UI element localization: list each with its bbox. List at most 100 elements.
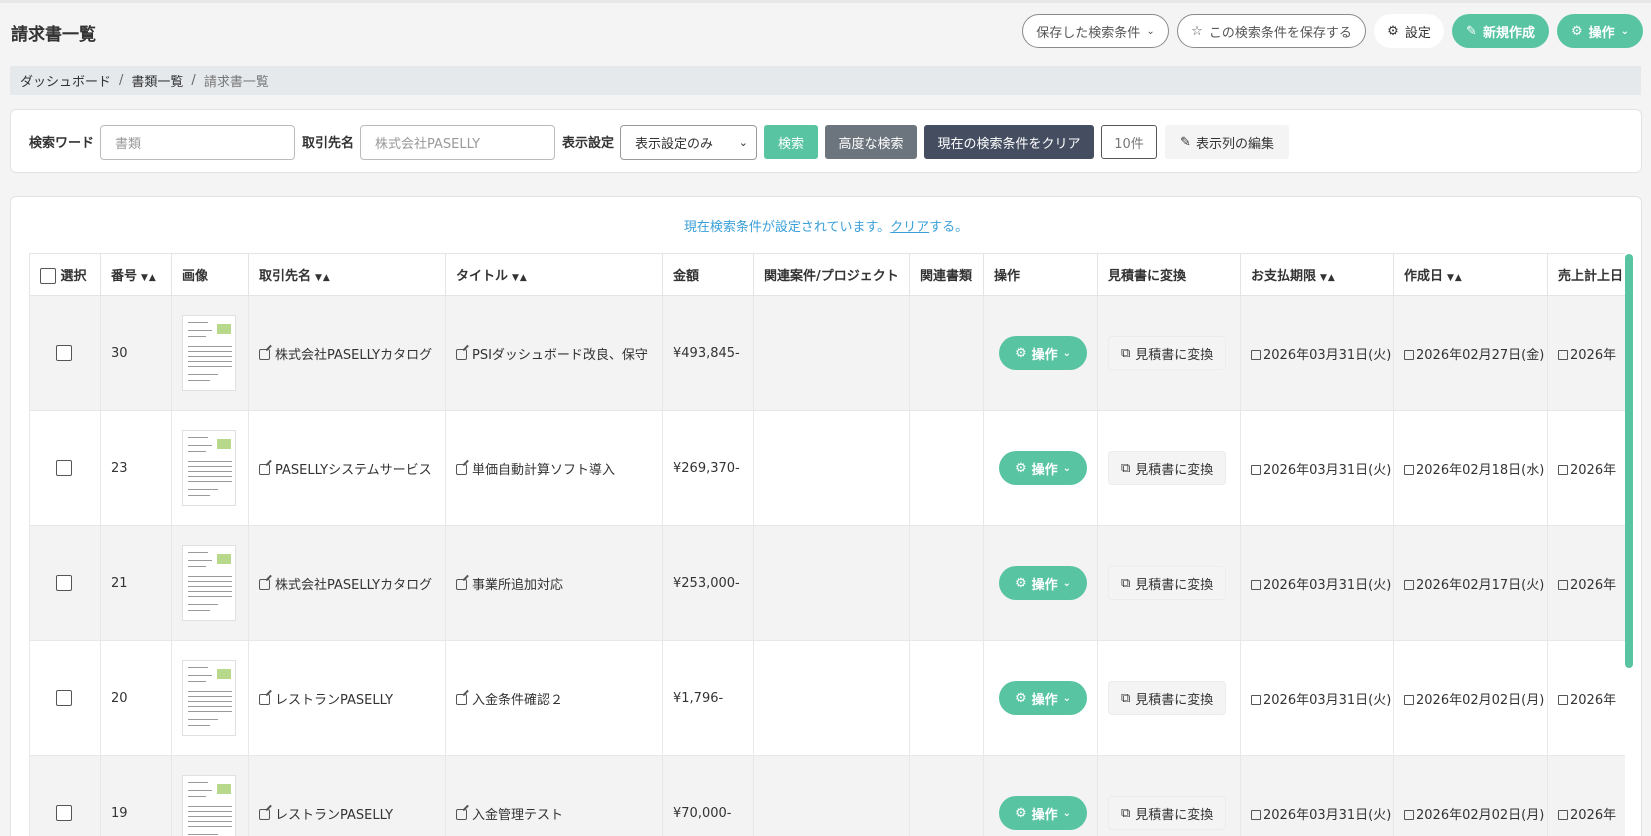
invoice-table-container: 選択 番号 ▼▲ 画像 取引先名 ▼▲ タイトル ▼▲ 金額 関連案件/プロジェクト … (29, 253, 1625, 836)
save-search-button[interactable]: ☆ この検索条件を保存する (1177, 14, 1366, 48)
saved-search-button[interactable]: 保存した検索条件 ⌄ (1022, 14, 1169, 48)
sales-date: 2026年 (1570, 807, 1617, 823)
edit-columns-button[interactable]: ✎ 表示列の編集 (1165, 125, 1289, 159)
advanced-search-button[interactable]: 高度な検索 (825, 125, 917, 159)
clear-conditions-button[interactable]: 現在の検索条件をクリア (924, 125, 1094, 159)
col-project-label: 関連案件/プロジェクト (764, 269, 899, 284)
row-checkbox[interactable] (56, 690, 72, 706)
client-cell[interactable]: レストランPASELLY (248, 640, 446, 756)
client-name: レストランPASELLY (275, 807, 394, 823)
col-amount-label: 金額 (673, 269, 700, 284)
chevron-down-icon: ⌄ (1062, 807, 1072, 819)
row-operations-button[interactable]: ⚙ 操作 ⌄ (999, 336, 1087, 370)
invoice-thumbnail[interactable] (182, 315, 236, 391)
col-due-date[interactable]: お支払期限 ▼▲ (1240, 253, 1394, 296)
title-cell[interactable]: 単価自動計算ソフト導入 (445, 410, 663, 526)
row-operations-button[interactable]: ⚙ 操作 ⌄ (999, 796, 1087, 830)
client-input[interactable]: 株式会社PASELLY (360, 125, 555, 160)
breadcrumb-documents[interactable]: 書類一覧 (131, 71, 183, 90)
per-page-button[interactable]: 10件 (1101, 125, 1157, 159)
new-create-button[interactable]: ✎ 新規作成 (1452, 14, 1549, 48)
vertical-scrollbar[interactable] (1625, 254, 1633, 668)
convert-to-estimate-button[interactable]: ⧉ 見積書に変換 (1108, 451, 1227, 485)
select-all-checkbox[interactable] (40, 268, 56, 285)
col-sales-date: 売上計上日 (1547, 253, 1625, 296)
client-cell[interactable]: 株式会社PASELLYカタログ (248, 295, 446, 411)
calendar-icon (1558, 349, 1568, 360)
invoice-thumbnail[interactable] (182, 775, 236, 836)
row-operations-button[interactable]: ⚙ 操作 ⌄ (999, 681, 1087, 715)
title-cell[interactable]: 事業所追加対応 (445, 525, 663, 641)
related-docs-cell (909, 525, 984, 641)
col-client[interactable]: 取引先名 ▼▲ (248, 253, 446, 296)
convert-label: 見積書に変換 (1135, 347, 1214, 363)
convert-to-estimate-button[interactable]: ⧉ 見積書に変換 (1108, 681, 1227, 715)
amount-cell: ¥253,000- (662, 525, 754, 641)
project-cell (753, 525, 910, 641)
col-select-label: 選択 (60, 268, 87, 284)
invoice-thumbnail[interactable] (182, 545, 236, 621)
breadcrumb-separator: / (119, 73, 124, 88)
sort-icon[interactable]: ▼▲ (1320, 273, 1336, 283)
sort-icon[interactable]: ▼▲ (1447, 273, 1463, 283)
sort-icon[interactable]: ▼▲ (512, 273, 528, 283)
title-cell[interactable]: PSIダッシュボード改良、保守 (445, 295, 663, 411)
chevron-down-icon: ⌄ (738, 136, 748, 149)
convert-to-estimate-button[interactable]: ⧉ 見積書に変換 (1108, 796, 1227, 830)
edit-icon (456, 808, 467, 820)
row-checkbox[interactable] (56, 805, 72, 821)
header-operations-label: 操作 (1588, 25, 1615, 41)
convert-cell: ⧉ 見積書に変換 (1097, 295, 1241, 411)
related-docs-cell (909, 755, 984, 836)
col-title[interactable]: タイトル ▼▲ (445, 253, 663, 296)
title-cell[interactable]: 入金条件確認２ (445, 640, 663, 756)
sales-date-cell: 2026年 (1547, 755, 1625, 836)
related-docs-cell (909, 410, 984, 526)
sort-icon[interactable]: ▼▲ (315, 273, 331, 283)
col-created-date[interactable]: 作成日 ▼▲ (1393, 253, 1548, 296)
convert-cell: ⧉ 見積書に変換 (1097, 755, 1241, 836)
invoice-thumbnail[interactable] (182, 660, 236, 736)
sort-icon[interactable]: ▼▲ (141, 273, 157, 283)
search-panel: 検索ワード 書類 取引先名 株式会社PASELLY 表示設定 表示設定のみ ⌄ … (10, 109, 1642, 173)
select-cell (29, 640, 101, 756)
chevron-down-icon: ⌄ (1062, 462, 1072, 474)
breadcrumb-dashboard[interactable]: ダッシュボード (20, 71, 111, 90)
client-cell[interactable]: PASELLYシステムサービス (248, 410, 446, 526)
new-create-label: 新規作成 (1482, 25, 1535, 41)
client-cell[interactable]: レストランPASELLY (248, 755, 446, 836)
convert-to-estimate-button[interactable]: ⧉ 見積書に変換 (1108, 566, 1227, 600)
row-operations-button[interactable]: ⚙ 操作 ⌄ (999, 451, 1087, 485)
row-checkbox[interactable] (56, 345, 72, 361)
select-cell (29, 410, 101, 526)
row-checkbox[interactable] (56, 575, 72, 591)
col-number[interactable]: 番号 ▼▲ (100, 253, 172, 296)
copy-icon: ⧉ (1121, 460, 1131, 476)
settings-button[interactable]: ⚙ 設定 (1374, 14, 1444, 48)
col-number-label: 番号 (111, 269, 138, 284)
notice-clear-link[interactable]: クリア (890, 220, 929, 235)
convert-to-estimate-button[interactable]: ⧉ 見積書に変換 (1108, 336, 1227, 370)
due-date: 2026年03月31日(火) (1263, 462, 1392, 478)
search-button[interactable]: 検索 (764, 125, 818, 159)
client-cell[interactable]: 株式会社PASELLYカタログ (248, 525, 446, 641)
chevron-down-icon: ⌄ (1062, 347, 1072, 359)
row-operations-button[interactable]: ⚙ 操作 ⌄ (999, 566, 1087, 600)
convert-label: 見積書に変換 (1135, 692, 1214, 708)
header-operations-button[interactable]: ⚙ 操作 ⌄ (1557, 14, 1643, 48)
edit-columns-label: 表示列の編集 (1195, 136, 1274, 152)
keyword-input[interactable]: 書類 (100, 125, 295, 160)
sales-date-cell: 2026年 (1547, 525, 1625, 641)
calendar-icon (1251, 809, 1261, 820)
image-cell (171, 755, 249, 836)
copy-icon: ⧉ (1121, 690, 1131, 706)
invoice-thumbnail[interactable] (182, 430, 236, 506)
calendar-icon (1404, 809, 1414, 820)
display-setting-select[interactable]: 表示設定のみ ⌄ (620, 125, 757, 160)
title-cell[interactable]: 入金管理テスト (445, 755, 663, 836)
image-cell (171, 640, 249, 756)
gear-icon: ⚙ (1014, 805, 1027, 821)
calendar-icon (1404, 694, 1414, 705)
row-checkbox[interactable] (56, 460, 72, 476)
select-cell (29, 525, 101, 641)
